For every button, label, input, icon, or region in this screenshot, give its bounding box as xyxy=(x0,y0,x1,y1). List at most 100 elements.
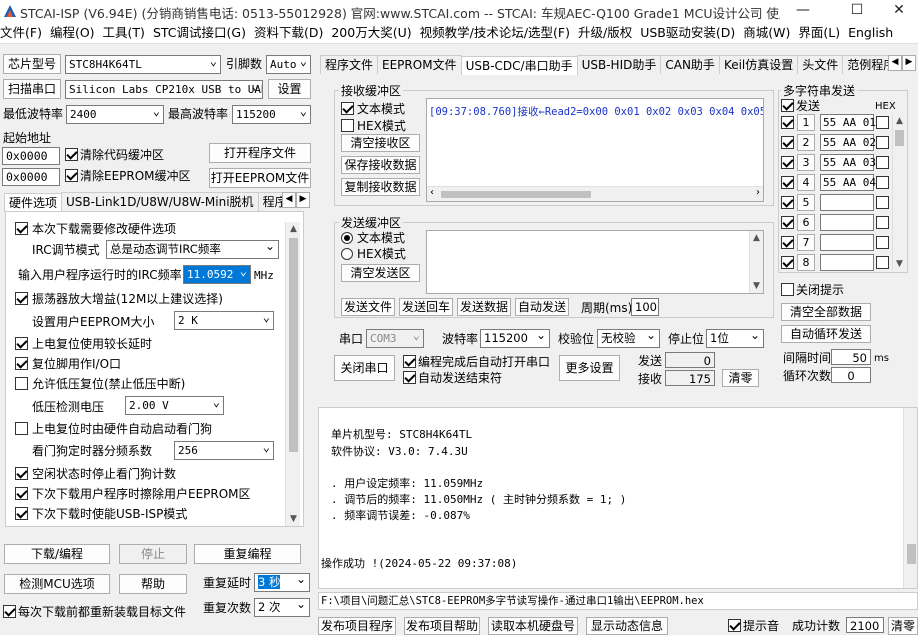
tab-examples[interactable]: 范例程序 xyxy=(842,55,892,74)
pin-count-select[interactable]: Auto xyxy=(266,55,311,74)
auto-loop-send-button[interactable]: 自动循环发送 xyxy=(781,325,871,343)
menu-tools[interactable]: 工具(T) xyxy=(103,22,153,44)
irc-freq-input[interactable]: 11.0592 xyxy=(183,265,251,284)
interval-input[interactable]: 50 xyxy=(831,349,871,365)
row-send-button[interactable]: 7 xyxy=(797,234,815,251)
tab-can[interactable]: CAN助手 xyxy=(660,55,720,74)
maximize-button[interactable]: ☐ xyxy=(834,0,880,22)
row-value-input[interactable] xyxy=(820,254,874,271)
detect-mcu-button[interactable]: 检测MCU选项 xyxy=(4,574,110,594)
row-send-button[interactable]: 1 xyxy=(797,114,815,131)
repeat-count-select[interactable]: 2 次 xyxy=(254,598,310,617)
clear-eeprom-checkbox[interactable] xyxy=(65,169,78,182)
output-scrollbar[interactable]: ▲ ▼ xyxy=(903,408,917,588)
row-value-input[interactable]: 55 AA 02 xyxy=(820,134,876,151)
menu-program[interactable]: 编程(O) xyxy=(50,22,103,44)
close-hint-checkbox[interactable] xyxy=(781,283,794,296)
usb-isp-checkbox[interactable] xyxy=(15,507,28,520)
row-send-checkbox[interactable] xyxy=(781,176,794,189)
menu-download[interactable]: 资料下载(D) xyxy=(254,22,331,44)
right-tab-left-icon[interactable]: ◀ xyxy=(888,55,902,71)
row-value-input[interactable]: 55 AA 03 xyxy=(820,154,876,171)
receive-hscrollbar[interactable]: ‹ › xyxy=(427,186,763,201)
wdt-divider-select[interactable]: 256 xyxy=(174,441,274,460)
row-send-button[interactable]: 3 xyxy=(797,154,815,171)
tab-scroll-left-icon[interactable]: ◀ xyxy=(282,192,296,208)
show-dynamic-info-button[interactable]: 显示动态信息 xyxy=(586,617,668,635)
row-send-button[interactable]: 4 xyxy=(797,174,815,191)
row-hex-checkbox[interactable] xyxy=(876,236,889,249)
clear-success-button[interactable]: 清零 xyxy=(888,617,918,635)
row-value-input[interactable]: 55 AA 01 xyxy=(820,114,876,131)
row-send-button[interactable]: 5 xyxy=(797,194,815,211)
send-cr-button[interactable]: 发送回车 xyxy=(399,298,453,316)
clear-count-button[interactable]: 清零 xyxy=(722,369,759,387)
send-data-button[interactable]: 发送数据 xyxy=(457,298,511,316)
auto-end-char-checkbox[interactable] xyxy=(403,371,416,384)
period-input[interactable]: 100 xyxy=(631,298,659,316)
reload-file-checkbox[interactable] xyxy=(3,605,16,618)
row-send-checkbox[interactable] xyxy=(781,136,794,149)
row-send-checkbox[interactable] xyxy=(781,196,794,209)
serial-baud-select[interactable]: 115200 xyxy=(480,329,550,348)
menu-usb-driver[interactable]: USB驱动安装(D) xyxy=(640,22,743,44)
tab-hardware-options[interactable]: 硬件选项 xyxy=(4,193,63,212)
idle-stop-wdt-checkbox[interactable] xyxy=(15,467,28,480)
more-settings-button[interactable]: 更多设置 xyxy=(559,355,620,381)
port-select[interactable]: Silicon Labs CP210x USB to UAR xyxy=(65,80,263,99)
send-textarea[interactable]: ▲ ▼ xyxy=(426,230,764,294)
send-hex-mode-radio[interactable] xyxy=(341,248,353,260)
row-value-input[interactable] xyxy=(820,194,874,211)
tab-program-file[interactable]: 程序文件 xyxy=(320,55,379,74)
close-port-button[interactable]: 关闭串口 xyxy=(334,355,395,381)
clear-code-checkbox[interactable] xyxy=(65,148,78,161)
auto-watchdog-checkbox[interactable] xyxy=(15,422,28,435)
sound-hint-checkbox[interactable] xyxy=(728,619,741,632)
scan-port-button[interactable]: 扫描串口 xyxy=(3,79,61,99)
stop-bits-select[interactable]: 1位 xyxy=(706,329,764,348)
low-voltage-select[interactable]: 2.00 V xyxy=(125,396,224,415)
tab-header-file[interactable]: 头文件 xyxy=(797,55,844,74)
open-eeprom-file-button[interactable]: 打开EEPROM文件 xyxy=(209,168,311,188)
row-hex-checkbox[interactable] xyxy=(876,176,889,189)
loop-count-input[interactable]: 0 xyxy=(831,367,871,383)
row-hex-checkbox[interactable] xyxy=(876,156,889,169)
low-voltage-reset-checkbox[interactable] xyxy=(15,377,28,390)
row-value-input[interactable]: 55 AA 04 xyxy=(820,174,876,191)
options-scrollbar[interactable]: ▲ ▼ xyxy=(285,222,300,526)
send-text-mode-radio[interactable] xyxy=(341,232,353,244)
minimize-button[interactable]: — xyxy=(780,0,826,22)
code-address-input[interactable]: 0x0000 xyxy=(2,147,60,165)
serial-port-select[interactable]: COM3 xyxy=(366,329,424,348)
open-program-file-button[interactable]: 打开程序文件 xyxy=(209,143,311,163)
receive-textarea[interactable]: [09:37:08.760]接收←Read2=0x00 0x01 0x02 0x… xyxy=(426,98,764,202)
row-send-button[interactable]: 2 xyxy=(797,134,815,151)
auto-open-port-checkbox[interactable] xyxy=(403,355,416,368)
send-file-button[interactable]: 发送文件 xyxy=(341,298,395,316)
erase-eeprom-checkbox[interactable] xyxy=(15,487,28,500)
row-send-checkbox[interactable] xyxy=(781,116,794,129)
chip-model-select[interactable]: STC8H4K64TL xyxy=(65,55,221,74)
row-send-checkbox[interactable] xyxy=(781,216,794,229)
tab-program-encrypt[interactable]: 程序加 xyxy=(257,192,282,211)
menu-prize[interactable]: 200万大奖(U) xyxy=(331,22,419,44)
send-all-checkbox[interactable] xyxy=(781,99,794,112)
clear-receive-button[interactable]: 清空接收区 xyxy=(341,134,420,152)
parity-select[interactable]: 无校验 xyxy=(597,329,660,348)
row-value-input[interactable] xyxy=(820,234,874,251)
publish-help-button[interactable]: 发布项目帮助 xyxy=(404,617,480,635)
tab-usb-link[interactable]: USB-Link1D/U8W/U8W-Mini脱机 xyxy=(61,192,259,211)
recv-text-mode-checkbox[interactable] xyxy=(341,102,354,115)
send-scrollbar[interactable]: ▲ ▼ xyxy=(749,231,763,293)
menu-upgrade[interactable]: 升级/版权 xyxy=(578,22,640,44)
row-hex-checkbox[interactable] xyxy=(876,256,889,269)
auto-send-button[interactable]: 自动发送 xyxy=(515,298,569,316)
row-value-input[interactable] xyxy=(820,214,874,231)
reset-pin-io-checkbox[interactable] xyxy=(15,357,28,370)
row-send-checkbox[interactable] xyxy=(781,156,794,169)
tab-usb-cdc-serial[interactable]: USB-CDC/串口助手 xyxy=(460,56,578,75)
row-send-button[interactable]: 8 xyxy=(797,254,815,271)
stop-button[interactable]: 停止 xyxy=(119,544,187,564)
copy-receive-button[interactable]: 复制接收数据 xyxy=(341,178,420,196)
row-send-checkbox[interactable] xyxy=(781,256,794,269)
